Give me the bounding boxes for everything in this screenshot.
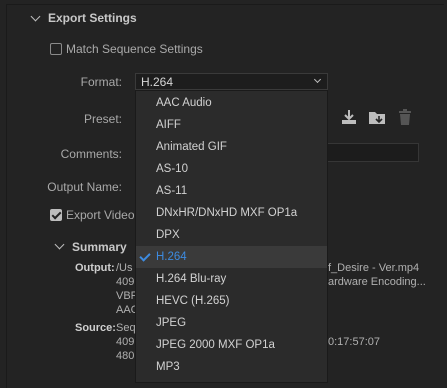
match-sequence-checkbox[interactable] [50,43,62,55]
format-option-label: AS-10 [156,163,188,175]
checkmark-icon [139,250,151,262]
format-option-hevc[interactable]: HEVC (H.265) [136,290,327,312]
format-option-label: HEVC (H.265) [156,295,230,307]
format-option-label: DPX [156,229,180,241]
format-option-dpx[interactable]: DPX [136,224,327,246]
comments-label: Comments: [60,147,122,161]
import-preset-icon[interactable] [340,108,358,126]
match-sequence-label: Match Sequence Settings [66,42,203,56]
summary-title: Summary [72,240,127,254]
preset-label: Preset: [83,112,122,126]
delete-preset-icon[interactable] [397,108,413,126]
format-option-label: Animated GIF [156,141,227,153]
summary-output-line-1: /Us [116,262,133,274]
format-option-label: H.264 Blu-ray [156,273,227,285]
export-video-checkbox[interactable] [50,209,62,221]
format-option-animated-gif[interactable]: Animated GIF [136,136,327,158]
format-value: H.264 [141,75,174,89]
format-dropdown-menu: AAC Audio AIFF Animated GIF AS-10 AS-11 … [135,90,328,383]
format-label: Format: [80,75,122,89]
summary-output-line-2: 409 [116,276,135,288]
format-option-h264[interactable]: H.264 [136,246,327,268]
output-name-label: Output Name: [47,180,122,194]
chevron-down-icon [313,75,322,84]
comments-field[interactable] [327,143,419,162]
format-option-aac-audio[interactable]: AAC Audio [136,92,327,114]
format-option-h264-bluray[interactable]: H.264 Blu-ray [136,268,327,290]
format-option-label: DNxHR/DNxHD MXF OP1a [156,207,298,219]
format-option-as-10[interactable]: AS-10 [136,158,327,180]
format-option-label: H.264 [156,251,187,263]
format-option-aiff[interactable]: AIFF [136,114,327,136]
summary-source-line-3: 480 [116,350,135,362]
format-option-label: JPEG 2000 MXF OP1a [156,339,275,351]
summary-source-right-1: 0:17:57:07 [328,336,380,348]
save-preset-icon[interactable] [367,108,387,126]
summary-source-key: Source: [75,322,116,334]
section-title: Export Settings [48,11,137,25]
format-option-as-11[interactable]: AS-11 [136,180,327,202]
format-select[interactable]: H.264 [135,73,328,90]
summary-source-line-1: Seq [116,322,136,334]
format-option-mp3[interactable]: MP3 [136,356,327,378]
export-video-label: Export Video [66,208,135,222]
format-option-label: JPEG [156,317,187,329]
summary-output-key: Output: [75,262,115,274]
format-option-label: AIFF [156,119,181,131]
format-option-label: MP3 [156,361,180,373]
format-option-dnxhr[interactable]: DNxHR/DNxHD MXF OP1a [136,202,327,224]
format-option-label: AS-11 [156,185,188,197]
format-option-jpeg[interactable]: JPEG [136,312,327,334]
summary-source-line-2: 409 [116,336,135,348]
summary-output-right-1: f_Desire - Ver.mp4 [328,262,420,274]
summary-output-right-2: ardware Encoding... [328,276,426,288]
format-option-label: AAC Audio [156,97,212,109]
format-option-jpeg-2000[interactable]: JPEG 2000 MXF OP1a [136,334,327,356]
